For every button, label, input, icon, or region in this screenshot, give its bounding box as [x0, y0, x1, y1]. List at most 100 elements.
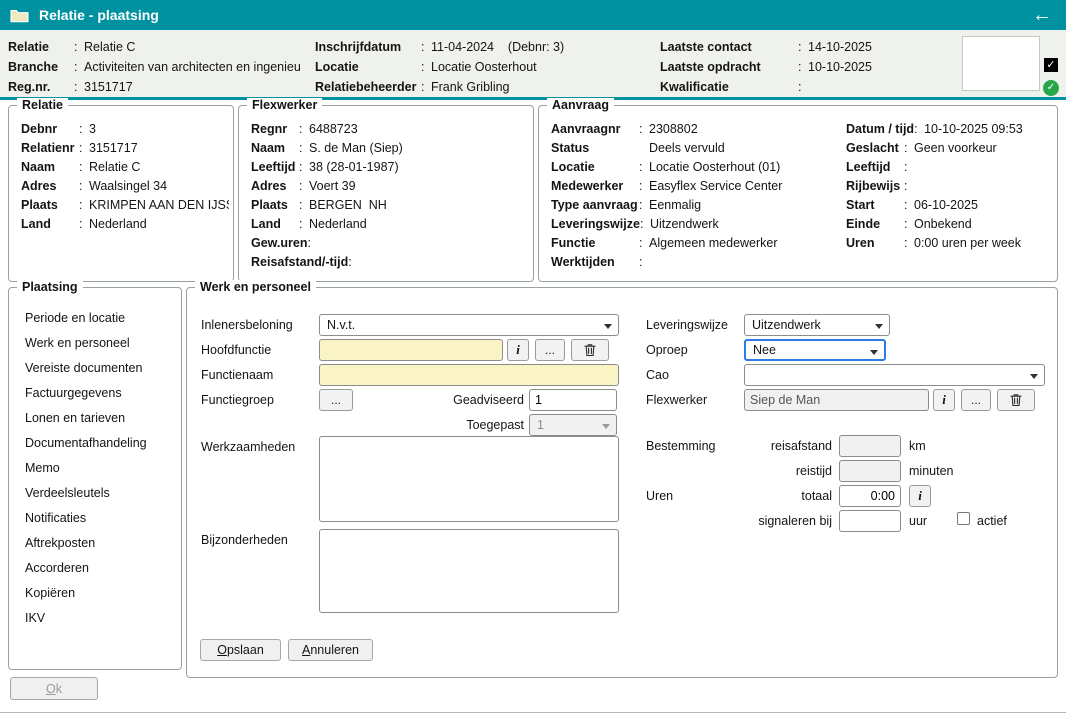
info-colon: : — [308, 234, 318, 253]
info-label: Debnr — [21, 120, 79, 139]
info-colon: : — [79, 177, 89, 196]
info-label: Land — [21, 215, 79, 234]
plaatsing-menu: Periode en locatie Werk en personeel Ver… — [25, 306, 177, 631]
folder-icon — [10, 8, 29, 23]
info-row: StatusDeels vervuld — [551, 139, 843, 158]
plaatsing-menu-item[interactable]: Lonen en tarieven — [25, 406, 177, 431]
info-row: Regnr:6488723 — [251, 120, 529, 139]
info-colon: : — [421, 77, 431, 97]
plaatsing-menu-item[interactable]: Verdeelsleutels — [25, 481, 177, 506]
header-column-contact: Laatste contact:14-10-2025 Laatste opdra… — [660, 37, 958, 97]
chevron-down-icon — [602, 424, 610, 433]
info-row: Werktijden: — [551, 253, 843, 272]
oproep-label: Oproep — [646, 343, 688, 358]
back-arrow-icon[interactable]: ← — [1032, 5, 1052, 25]
inlenersbeloning-select[interactable]: N.v.t. — [319, 314, 619, 336]
info-label: Gew.uren — [251, 234, 308, 253]
actief-checkbox[interactable] — [957, 512, 970, 525]
info-row: Reisafstand/-tijd: — [251, 253, 529, 272]
plaatsing-menu-item[interactable]: Werk en personeel — [25, 331, 177, 356]
photo-placeholder — [962, 36, 1040, 91]
plaatsing-menu-item[interactable]: IKV — [25, 606, 177, 631]
info-label: Adres — [251, 177, 299, 196]
ellipsis-icon: ... — [971, 393, 981, 407]
info-row: Land:Nederland — [251, 215, 529, 234]
opslaan-button[interactable]: Opslaan — [200, 639, 281, 661]
flexwerker-delete-button[interactable] — [997, 389, 1035, 411]
hoofdfunctie-info-button[interactable]: i — [507, 339, 529, 361]
info-label: Uren — [846, 234, 904, 253]
info-label: Status — [551, 139, 639, 158]
chevron-down-icon — [604, 324, 612, 333]
totaal-info-button[interactable]: i — [909, 485, 931, 507]
ok-button[interactable]: Ok — [10, 677, 98, 700]
info-label: Leeftijd — [846, 158, 904, 177]
flexwerker-browse-button[interactable]: ... — [961, 389, 991, 411]
info-value: 0:00 uren per week — [914, 234, 1021, 253]
hoofdfunctie-browse-button[interactable]: ... — [535, 339, 565, 361]
oproep-select[interactable]: Nee — [744, 339, 886, 361]
plaatsing-menu-item[interactable]: Aftrekposten — [25, 531, 177, 556]
plaatsing-menu-item[interactable]: Notificaties — [25, 506, 177, 531]
info-value: 10-10-2025 09:53 — [924, 120, 1023, 139]
aanvraag-left-rows: Aanvraagnr:2308802 StatusDeels vervuld L… — [551, 120, 843, 272]
info-colon: : — [639, 196, 649, 215]
totaal-label: totaal — [732, 489, 832, 504]
check-icon: ✓ — [1046, 59, 1055, 71]
plaatsing-menu-item[interactable]: Documentafhandeling — [25, 431, 177, 456]
info-colon: : — [299, 120, 309, 139]
plaatsing-nav-panel: Plaatsing Periode en locatie Werk en per… — [8, 287, 182, 670]
info-value: Nederland — [309, 215, 367, 234]
info-row: Gew.uren: — [251, 234, 529, 253]
reistijd-label: reistijd — [732, 464, 832, 479]
info-colon: : — [74, 77, 84, 97]
werkzaamheden-textarea[interactable] — [319, 436, 619, 522]
hoofdfunctie-input[interactable] — [319, 339, 503, 361]
cao-select[interactable] — [744, 364, 1045, 386]
info-row: Leeftijd: — [846, 158, 1053, 177]
trash-icon — [1009, 393, 1023, 407]
relatie-rows: Debnr:3 Relatienr:3151717 Naam:Relatie C… — [21, 120, 229, 234]
leveringswijze-select[interactable]: Uitzendwerk — [744, 314, 890, 336]
info-value: 10-10-2025 — [808, 57, 872, 77]
info-colon: : — [421, 37, 431, 57]
plaatsing-menu-item[interactable]: Memo — [25, 456, 177, 481]
info-row: Laatste contact:14-10-2025 — [660, 37, 958, 57]
functiegroep-browse-button[interactable]: ... — [319, 389, 353, 411]
info-colon: : — [299, 158, 309, 177]
info-value: 6488723 — [309, 120, 358, 139]
info-row: Laatste opdracht:10-10-2025 — [660, 57, 958, 77]
header-checkbox-checked[interactable]: ✓ — [1044, 58, 1058, 72]
info-label: Relatienr — [21, 139, 79, 158]
status-ok-icon: ✓ — [1043, 80, 1059, 96]
info-value: Algemeen medewerker — [649, 234, 778, 253]
signaleren-input[interactable] — [839, 510, 901, 532]
info-value: Relatie C — [89, 158, 140, 177]
reistijd-input — [839, 460, 901, 482]
plaatsing-menu-item[interactable]: Vereiste documenten — [25, 356, 177, 381]
plaatsing-menu-item[interactable]: Factuurgegevens — [25, 381, 177, 406]
opslaan-button-label: Opslaan — [217, 643, 264, 657]
annuleren-button[interactable]: Annuleren — [288, 639, 373, 661]
info-value: Voert 39 — [309, 177, 356, 196]
flexwerker-info-button[interactable]: i — [933, 389, 955, 411]
plaatsing-menu-item[interactable]: Periode en locatie — [25, 306, 177, 331]
functienaam-input[interactable] — [319, 364, 619, 386]
totaal-input[interactable] — [839, 485, 901, 507]
info-value: Locatie Oosterhout — [431, 57, 537, 77]
info-colon: : — [904, 196, 914, 215]
plaatsing-menu-item[interactable]: Kopiëren — [25, 581, 177, 606]
hoofdfunctie-delete-button[interactable] — [571, 339, 609, 361]
bijzonderheden-textarea[interactable] — [319, 529, 619, 613]
relation-header: Relatie:Relatie C Branche:Activiteiten v… — [0, 30, 1066, 100]
info-row: Functie:Algemeen medewerker — [551, 234, 843, 253]
info-row: Branche:Activiteiten van architecten en … — [8, 57, 310, 77]
plaatsing-menu-item[interactable]: Accorderen — [25, 556, 177, 581]
geadviseerd-input[interactable] — [529, 389, 617, 411]
info-row: Leveringswijze:Uitzendwerk — [551, 215, 843, 234]
info-label: Start — [846, 196, 904, 215]
info-row: Aanvraagnr:2308802 — [551, 120, 843, 139]
functiegroep-label: Functiegroep — [201, 393, 274, 408]
cao-label: Cao — [646, 368, 669, 383]
info-colon: : — [639, 234, 649, 253]
